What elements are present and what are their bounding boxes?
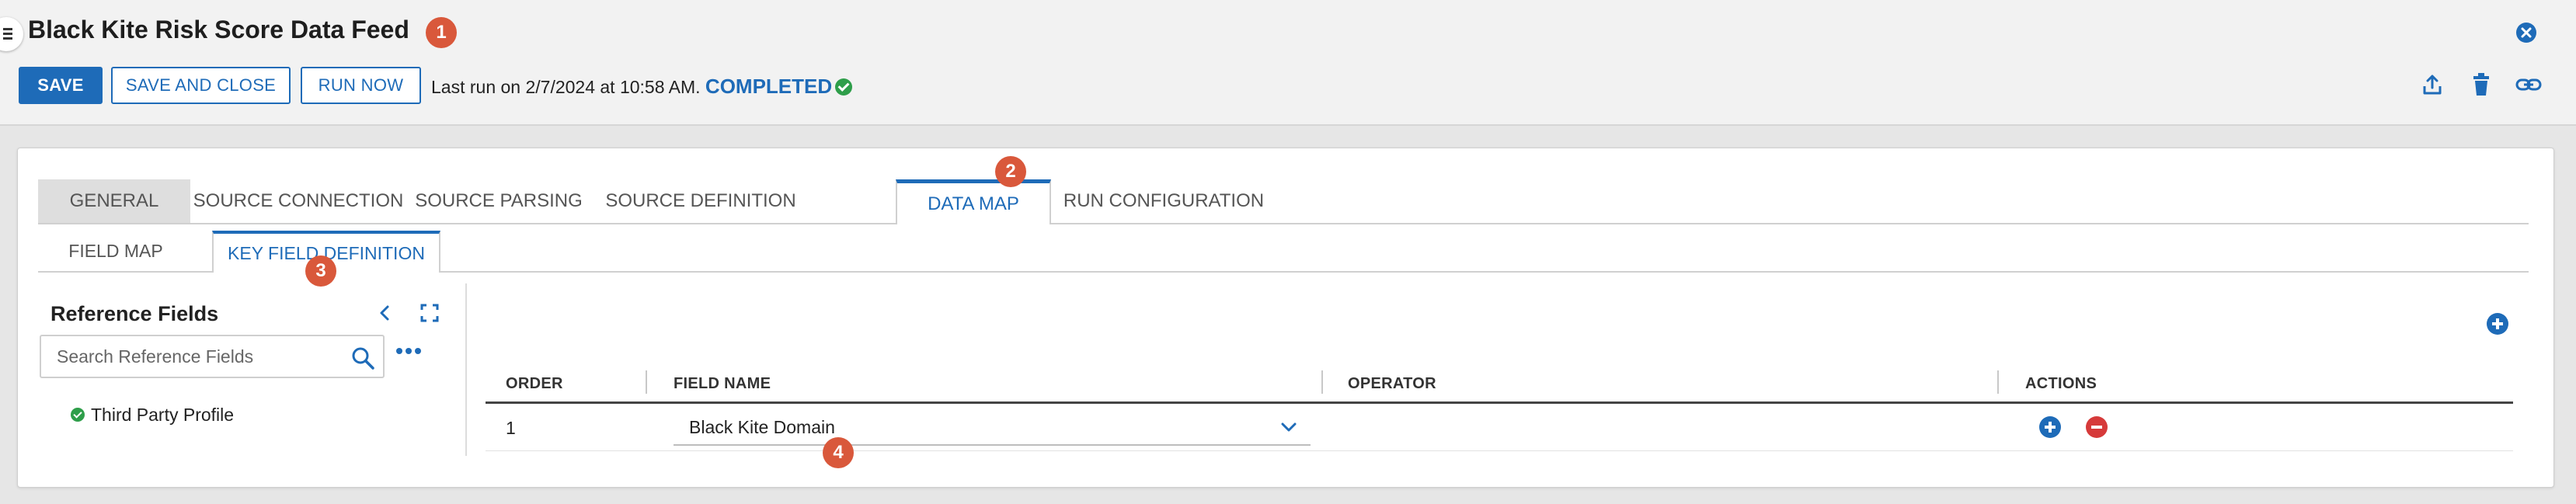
callout-badge-3: 3 <box>305 255 336 287</box>
tab-data-map[interactable]: DATA MAP <box>896 179 1051 224</box>
last-run-info: Last run on 2/7/2024 at 10:58 AM. COMPLE… <box>431 75 853 99</box>
add-icon[interactable] <box>2039 416 2061 438</box>
column-header-order: ORDER <box>506 375 563 392</box>
column-separator <box>1997 370 1999 394</box>
tab-source-parsing[interactable]: SOURCE PARSING <box>406 179 591 223</box>
panel-divider <box>465 283 467 456</box>
search-input[interactable] <box>55 346 338 368</box>
reference-field-item[interactable]: Third Party Profile <box>91 405 234 426</box>
expand-icon[interactable] <box>420 304 439 322</box>
add-icon[interactable] <box>2487 313 2508 335</box>
tab-run-configuration[interactable]: RUN CONFIGURATION <box>1051 179 1276 223</box>
row-order: 1 <box>506 418 516 438</box>
delete-icon[interactable] <box>2470 72 2492 97</box>
field-name-value: Black Kite Domain <box>689 417 835 437</box>
callout-badge-1: 1 <box>426 17 457 48</box>
save-and-close-button[interactable]: SAVE AND CLOSE <box>111 67 291 104</box>
grid-header: ORDER FIELD NAME OPERATOR ACTIONS <box>486 364 2513 404</box>
tab-field-map[interactable]: FIELD MAP <box>38 231 193 271</box>
last-run-text: Last run on 2/7/2024 at 10:58 AM. <box>431 77 701 97</box>
menu-icon[interactable] <box>0 17 23 51</box>
search-reference-fields[interactable] <box>40 335 385 378</box>
link-icon[interactable] <box>2515 75 2542 95</box>
close-icon[interactable] <box>2515 22 2537 43</box>
tab-general[interactable]: GENERAL <box>38 179 190 223</box>
page-header: Black Kite Risk Score Data Feed 1 SAVE S… <box>0 0 2576 126</box>
sub-tabs: FIELD MAP KEY FIELD DEFINITION <box>38 231 2529 273</box>
table-row: 1 Black Kite Domain <box>486 404 2513 451</box>
column-separator <box>1321 370 1323 394</box>
tab-source-connection[interactable]: SOURCE CONNECTION <box>190 179 406 223</box>
column-header-operator: OPERATOR <box>1348 375 1436 392</box>
reference-fields-title: Reference Fields <box>50 302 219 325</box>
callout-badge-2: 2 <box>995 156 1026 187</box>
check-circle-icon <box>835 78 853 96</box>
export-icon[interactable] <box>2421 73 2444 96</box>
field-name-select[interactable]: Black Kite Domain <box>674 408 1311 446</box>
run-now-button[interactable]: RUN NOW <box>301 67 421 104</box>
column-header-actions: ACTIONS <box>2025 375 2097 392</box>
check-circle-icon <box>71 408 85 422</box>
tab-source-definition[interactable]: SOURCE DEFINITION <box>591 179 810 223</box>
more-icon[interactable] <box>395 347 422 355</box>
remove-icon[interactable] <box>2086 416 2108 438</box>
callout-badge-4: 4 <box>823 437 854 468</box>
page-title: Black Kite Risk Score Data Feed <box>28 16 409 43</box>
save-button[interactable]: SAVE <box>19 67 103 104</box>
column-separator <box>646 370 647 394</box>
data-feed-card: GENERAL SOURCE CONNECTION SOURCE PARSING… <box>17 148 2554 488</box>
run-status: COMPLETED <box>705 75 833 98</box>
search-icon[interactable] <box>350 346 375 370</box>
chevron-down-icon[interactable] <box>1279 419 1298 435</box>
main-tabs: GENERAL SOURCE CONNECTION SOURCE PARSING… <box>38 179 2529 224</box>
chevron-left-icon[interactable] <box>377 304 392 322</box>
column-header-field-name: FIELD NAME <box>674 375 771 392</box>
